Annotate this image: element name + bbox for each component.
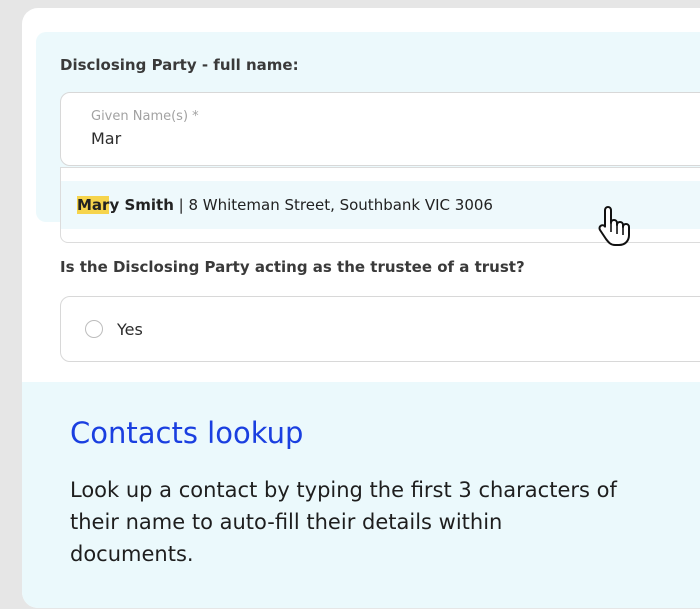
suggestion-name-rest: y Smith: [109, 196, 174, 214]
given-name-input-value[interactable]: Mar: [91, 129, 121, 148]
suggestion-address: 8 Whiteman Street, Southbank VIC 3006: [188, 196, 493, 214]
suggestion-separator: |: [173, 196, 189, 214]
card: Disclosing Party - full name: Given Name…: [22, 8, 700, 608]
section-label-full-name: Disclosing Party - full name:: [60, 56, 299, 74]
info-body: Look up a contact by typing the first 3 …: [70, 478, 617, 566]
yes-radio[interactable]: [85, 320, 103, 338]
hand-pointer-icon: [598, 206, 630, 246]
info-title: Contacts lookup: [70, 416, 304, 450]
contacts-lookup-info-panel: Contacts lookup Look up a contact by typ…: [22, 382, 700, 608]
trust-radio-group: Yes: [60, 296, 700, 362]
trust-question-label: Is the Disclosing Party acting as the tr…: [60, 258, 525, 276]
given-name-field[interactable]: Given Name(s) * Mar: [60, 92, 700, 166]
suggestion-match-highlight: Mar: [77, 196, 110, 214]
given-name-label: Given Name(s) *: [91, 109, 199, 124]
yes-radio-label[interactable]: Yes: [117, 320, 143, 339]
